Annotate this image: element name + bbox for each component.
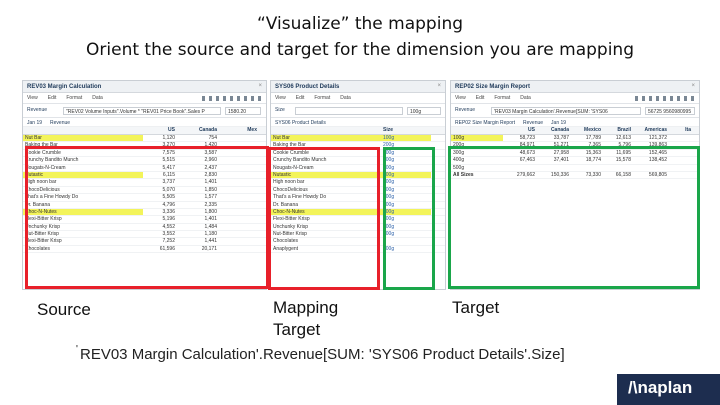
label-source: Source	[37, 300, 91, 319]
mapping-highlight-box	[268, 147, 380, 290]
cell-size[interactable]: 100g	[381, 135, 431, 142]
col-header[interactable]: US	[143, 127, 177, 134]
source-highlight-box	[25, 146, 269, 289]
mapping-panel-title: SYS06 Product Details	[275, 84, 340, 90]
table-row[interactable]: Nut Bar 1,120 754	[23, 135, 266, 143]
grid-header: US Canada Mexico Brazil Americas Ita	[451, 127, 699, 135]
menu-data[interactable]: Data	[92, 95, 103, 101]
col-header[interactable]: Brazil	[603, 127, 633, 134]
formula-text: REV03 Margin Calculation'.Revenue[SUM: '…	[80, 346, 565, 363]
cell-value[interactable]: 33,787	[537, 135, 571, 141]
mapping-panel-titlebar: SYS06 Product Details ×	[271, 81, 445, 93]
menu-edit[interactable]: Edit	[296, 95, 305, 101]
slide-title-line2: Orient the source and target for the dim…	[86, 40, 634, 60]
row-label[interactable]: Nut Bar	[271, 135, 381, 142]
toolbar-icons[interactable]	[202, 96, 262, 101]
mapping-toolbar: View Edit Format Data	[271, 93, 445, 104]
col-header	[23, 127, 143, 134]
time-filter[interactable]: Jan 19	[551, 120, 566, 126]
cell-value[interactable]: 17,789	[571, 135, 603, 141]
col-header[interactable]: Canada	[537, 127, 571, 134]
line-item-filter[interactable]: Revenue	[523, 120, 543, 126]
menu-format[interactable]: Format	[314, 95, 330, 101]
target-pivot-bar: REP02 Size Margin Report Revenue Jan 19	[451, 118, 699, 127]
mapping-formula-bar: Size 100g	[271, 104, 445, 118]
menu-format[interactable]: Format	[66, 95, 82, 101]
formula-result[interactable]: 1580.20	[225, 107, 261, 115]
formula-tick: '	[76, 344, 78, 355]
menu-view[interactable]: View	[27, 95, 38, 101]
formula-label: Size	[275, 107, 285, 113]
menu-view[interactable]: View	[275, 95, 286, 101]
formula-result[interactable]: 100g	[407, 107, 441, 115]
source-toolbar: View Edit Format Data	[23, 93, 266, 104]
label-mapping-target: Target	[273, 320, 321, 339]
cell-value[interactable]: 58,723	[503, 135, 537, 141]
formula-input[interactable]: "REV02 Volume Inputs".Volume * "REV01 Pr…	[63, 107, 221, 115]
formula-input[interactable]: 'REV03 Margin Calculation'.Revenue[SUM: …	[491, 107, 641, 115]
close-icon[interactable]: ×	[258, 83, 262, 89]
label-target: Target	[452, 298, 500, 317]
menu-data[interactable]: Data	[340, 95, 351, 101]
formula-result[interactable]: 56725 9560980995	[645, 107, 695, 115]
slide-title-line1: “Visualize” the mapping	[256, 14, 464, 34]
formula-label: Revenue	[27, 107, 48, 113]
cell-canada[interactable]: 754	[177, 135, 219, 141]
time-filter[interactable]: Jan 19	[27, 120, 42, 126]
source-pivot-bar: Jan 19 Revenue	[23, 118, 266, 127]
target-panel-title: REP02 Size Margin Report	[455, 84, 531, 90]
row-label[interactable]: 100g	[451, 135, 503, 142]
toolbar-icons[interactable]	[635, 96, 695, 101]
anaplan-logo: /\naplan	[628, 378, 693, 397]
target-highlight-box	[448, 146, 700, 289]
close-icon[interactable]: ×	[437, 83, 441, 89]
cell-value[interactable]: 12,613	[603, 135, 633, 141]
col-header	[271, 127, 381, 134]
target-size-highlight-box	[383, 147, 435, 290]
close-icon[interactable]: ×	[691, 83, 695, 89]
source-panel-titlebar: REV03 Margin Calculation ×	[23, 81, 266, 93]
col-header	[451, 127, 503, 134]
col-header[interactable]: US	[503, 127, 537, 134]
row-label[interactable]: Nut Bar	[23, 135, 143, 142]
table-row[interactable]: Nut Bar 100g	[271, 135, 445, 143]
menu-edit[interactable]: Edit	[48, 95, 57, 101]
col-header[interactable]: Mexico	[571, 127, 603, 134]
formula-input[interactable]	[295, 107, 403, 115]
target-toolbar: View Edit Format Data	[451, 93, 699, 104]
target-panel-titlebar: REP02 Size Margin Report ×	[451, 81, 699, 93]
source-formula-bar: Revenue "REV02 Volume Inputs".Volume * "…	[23, 104, 266, 118]
menu-edit[interactable]: Edit	[476, 95, 485, 101]
col-header[interactable]: Mex	[219, 127, 259, 134]
mapping-subbar: SYS06 Product Details	[271, 118, 445, 127]
menu-format[interactable]: Format	[494, 95, 510, 101]
label-mapping: Mapping	[273, 298, 339, 317]
target-formula-bar: Revenue 'REV03 Margin Calculation'.Reven…	[451, 104, 699, 118]
cell-us[interactable]: 1,120	[143, 135, 177, 141]
col-header[interactable]: Canada	[177, 127, 219, 134]
source-panel-title: REV03 Margin Calculation	[27, 84, 102, 90]
formula-label: Revenue	[455, 107, 476, 113]
col-header-size[interactable]: Size	[381, 127, 431, 134]
module-name: SYS06 Product Details	[275, 120, 326, 126]
col-header[interactable]: Americas	[633, 127, 669, 134]
module-name: REP02 Size Margin Report	[455, 120, 516, 126]
menu-view[interactable]: View	[455, 95, 466, 101]
table-row[interactable]: 100g 58,723 33,787 17,789 12,613 121,372	[451, 135, 699, 143]
col-header[interactable]: Ita	[669, 127, 693, 134]
grid-header: US Canada Mex	[23, 127, 266, 135]
line-item-filter[interactable]: Revenue	[50, 120, 70, 126]
cell-value[interactable]: 121,372	[633, 135, 669, 141]
menu-data[interactable]: Data	[520, 95, 531, 101]
grid-header: Size	[271, 127, 445, 135]
